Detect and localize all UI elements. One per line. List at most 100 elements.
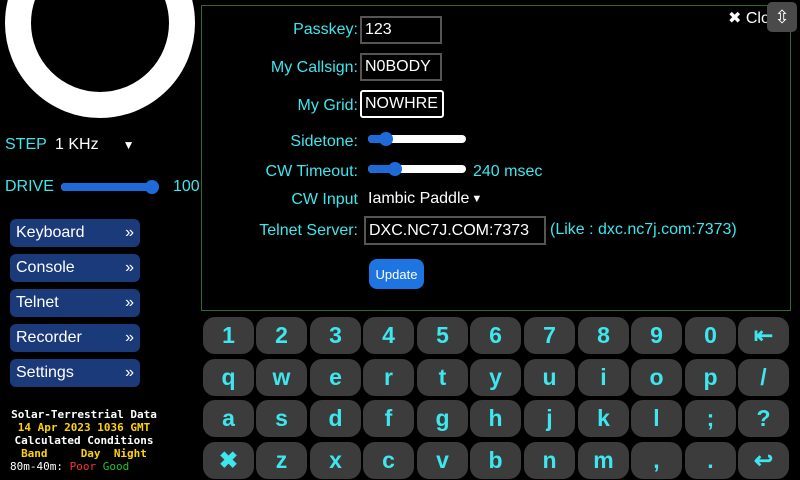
key-1-7[interactable]: i — [578, 359, 629, 396]
telnet-field[interactable]: DXC.NC7J.COM:7373 — [364, 216, 546, 245]
solar-band: 80m-40m: — [10, 460, 63, 473]
key-0-5[interactable]: 6 — [470, 317, 521, 354]
solar-night-cond: Good — [102, 460, 130, 473]
grid-label: My Grid: — [297, 97, 358, 114]
key-0-6[interactable]: 7 — [524, 317, 575, 354]
drive-label: DRIVE — [5, 178, 54, 195]
update-button[interactable]: Update — [369, 259, 424, 289]
key-2-8[interactable]: l — [631, 400, 682, 437]
solar-title: Solar-Terrestrial Data — [11, 408, 157, 421]
key-0-9[interactable]: 0 — [685, 317, 736, 354]
menu-label: Keyboard — [16, 224, 85, 241]
key-3-3[interactable]: c — [363, 442, 414, 479]
key-2-10[interactable]: ? — [738, 400, 789, 437]
cw-timeout-label: CW Timeout: — [265, 163, 358, 180]
tuning-knob[interactable] — [5, 0, 195, 118]
solar-col-band: Band — [21, 447, 48, 460]
solar-date: 14 Apr 2023 1036 GMT — [17, 421, 151, 434]
sidetone-slider[interactable] — [368, 132, 466, 146]
passkey-label: Passkey: — [293, 21, 358, 38]
drive-slider-thumb[interactable] — [145, 180, 159, 194]
sidetone-slider-thumb[interactable] — [379, 132, 393, 146]
solar-row: 80m-40m: Poor Good — [5, 460, 163, 473]
cw-timeout-slider[interactable] — [368, 162, 466, 176]
key-3-7[interactable]: m — [578, 442, 629, 479]
menu-console[interactable]: Console » — [10, 254, 140, 282]
key-2-9[interactable]: ; — [685, 400, 736, 437]
solar-header: Band Day Night — [5, 447, 163, 460]
key-0-3[interactable]: 4 — [363, 317, 414, 354]
key-3-9[interactable]: . — [685, 442, 736, 479]
key-2-1[interactable]: s — [256, 400, 307, 437]
key-2-3[interactable]: f — [363, 400, 414, 437]
key-0-2[interactable]: 3 — [310, 317, 361, 354]
settings-panel: ✖ Clo Passkey: 123 My Callsign: N0BODY M… — [201, 5, 791, 311]
key-1-1[interactable]: w — [256, 359, 307, 396]
cw-timeout-value: 240 msec — [473, 163, 543, 180]
solar-day-cond: Poor — [69, 460, 97, 473]
grid-field[interactable]: NOWHRE — [360, 90, 444, 118]
key-3-0[interactable]: ✖ — [203, 442, 254, 479]
chevron-down-icon: ▼ — [122, 138, 135, 152]
key-1-8[interactable]: o — [631, 359, 682, 396]
key-3-2[interactable]: x — [310, 442, 361, 479]
grid-value: NOWHRE — [365, 95, 438, 112]
passkey-field[interactable]: 123 — [360, 16, 442, 44]
chevron-down-icon: ▼ — [471, 193, 483, 205]
key-1-2[interactable]: e — [310, 359, 361, 396]
key-3-10[interactable]: ↩ — [738, 442, 789, 479]
key-1-3[interactable]: r — [363, 359, 414, 396]
cw-input-select[interactable]: Iambic Paddle ▼ — [368, 190, 482, 208]
menu-label: Console — [16, 259, 75, 276]
drive-value: 100 — [173, 178, 200, 195]
expand-icon[interactable]: ⇳ — [767, 2, 797, 32]
sidetone-label: Sidetone: — [290, 133, 358, 150]
telnet-hint: (Like : dxc.nc7j.com:7373) — [550, 221, 737, 238]
key-3-1[interactable]: z — [256, 442, 307, 479]
key-2-2[interactable]: d — [310, 400, 361, 437]
on-screen-keyboard: 1 2 3 4 5 6 7 8 9 0 ⇤ q w e r t y u i o p / a s d f g h j k l;? ✖ z x c v b n… — [201, 312, 800, 480]
key-1-0[interactable]: q — [203, 359, 254, 396]
key-2-6[interactable]: j — [524, 400, 575, 437]
key-2-4[interactable]: g — [417, 400, 468, 437]
cw-timeout-slider-thumb[interactable] — [388, 162, 402, 176]
key-2-0[interactable]: a — [203, 400, 254, 437]
close-button[interactable]: ✖ Clo — [728, 8, 770, 28]
key-3-4[interactable]: v — [417, 442, 468, 479]
key-0-10[interactable]: ⇤ — [738, 317, 789, 354]
key-0-7[interactable]: 8 — [578, 317, 629, 354]
solar-col-night: Night — [113, 447, 147, 460]
passkey-value: 123 — [365, 21, 392, 38]
chevron-right-icon: » — [125, 329, 134, 346]
callsign-value: N0BODY — [365, 58, 431, 75]
key-0-4[interactable]: 5 — [417, 317, 468, 354]
drive-slider[interactable] — [61, 180, 159, 194]
step-label: STEP — [5, 136, 47, 153]
key-0-0[interactable]: 1 — [203, 317, 254, 354]
menu-settings[interactable]: Settings » — [10, 359, 140, 387]
key-2-5[interactable]: h — [470, 400, 521, 437]
chevron-right-icon: » — [125, 294, 134, 311]
key-1-5[interactable]: y — [470, 359, 521, 396]
key-1-6[interactable]: u — [524, 359, 575, 396]
callsign-field[interactable]: N0BODY — [360, 53, 442, 81]
menu-label: Settings — [16, 364, 74, 381]
key-3-6[interactable]: n — [524, 442, 575, 479]
callsign-label: My Callsign: — [270, 59, 358, 76]
key-1-4[interactable]: t — [417, 359, 468, 396]
solar-col-day: Day — [80, 447, 101, 460]
left-panel: STEP 1 KHz ▼ DRIVE 100 Keyboard » Consol… — [0, 0, 200, 480]
key-3-5[interactable]: b — [470, 442, 521, 479]
menu-recorder[interactable]: Recorder » — [10, 324, 140, 352]
key-3-8[interactable]: , — [631, 442, 682, 479]
key-0-1[interactable]: 2 — [256, 317, 307, 354]
step-select[interactable]: 1 KHz ▼ — [55, 136, 134, 154]
key-1-9[interactable]: p — [685, 359, 736, 396]
menu-telnet[interactable]: Telnet » — [10, 289, 140, 317]
menu-keyboard[interactable]: Keyboard » — [10, 219, 140, 247]
key-0-8[interactable]: 9 — [631, 317, 682, 354]
cw-input-value: Iambic Paddle — [368, 190, 470, 207]
chevron-right-icon: » — [125, 364, 134, 381]
key-1-10[interactable]: / — [738, 359, 789, 396]
key-2-7[interactable]: k — [578, 400, 629, 437]
